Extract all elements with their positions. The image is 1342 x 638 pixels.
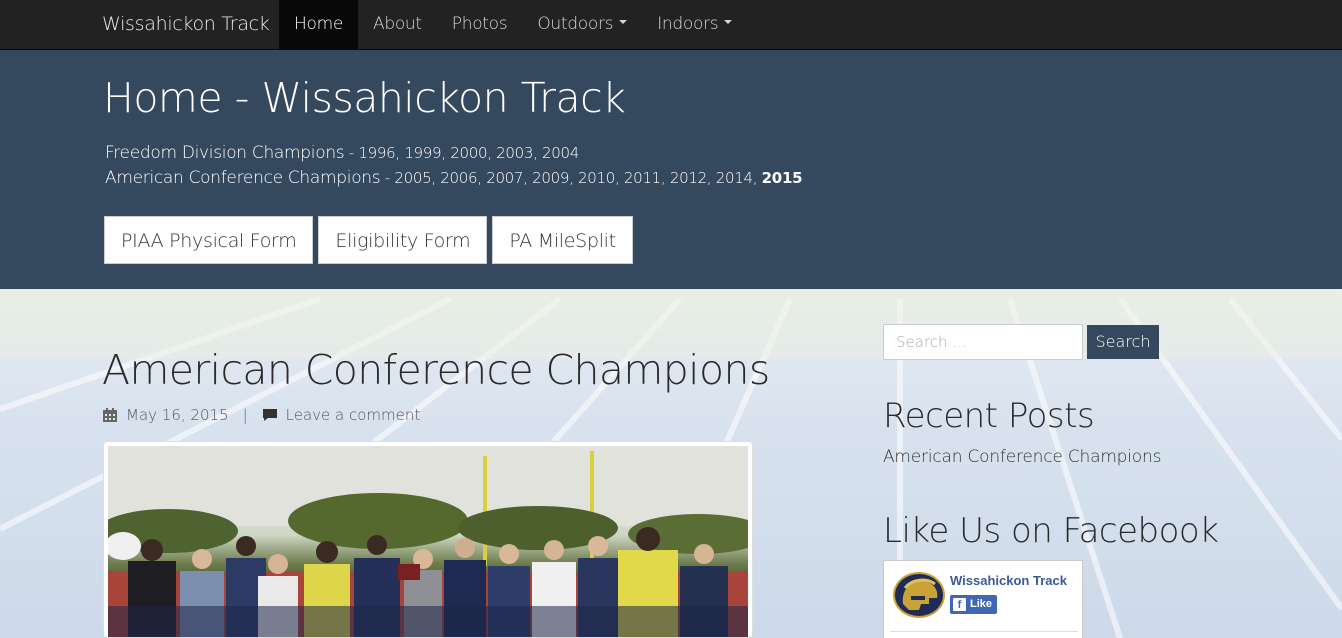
site-brand[interactable]: Wissahickon Track bbox=[102, 0, 270, 49]
american-years: - 2005, 2006, 2007, 2009, 2010, 2011, 20… bbox=[380, 169, 762, 187]
recent-post-link[interactable]: American Conference Champions bbox=[883, 447, 1161, 467]
top-navbar: Wissahickon Track Home About Photos Outd… bbox=[0, 0, 1342, 50]
post-date[interactable]: May 16, 2015 bbox=[126, 406, 229, 424]
nav-label: Outdoors bbox=[537, 14, 614, 34]
pa-milesplit-button[interactable]: PA MileSplit bbox=[492, 216, 633, 264]
facebook-page-name[interactable]: Wissahickon Track bbox=[950, 573, 1067, 588]
calendar-icon bbox=[103, 408, 117, 422]
facebook-like-label: Like bbox=[970, 598, 993, 610]
facebook-widget: Wissahickon Track f Like bbox=[883, 560, 1083, 638]
post-title[interactable]: American Conference Champions bbox=[102, 346, 770, 394]
piaa-physical-form-button[interactable]: PIAA Physical Form bbox=[104, 216, 314, 264]
post-featured-image[interactable] bbox=[103, 441, 753, 638]
spartan-helmet-icon bbox=[902, 578, 938, 610]
team-photo bbox=[108, 446, 748, 637]
team-photo-illustration bbox=[108, 446, 748, 637]
caret-down-icon bbox=[619, 20, 628, 24]
search-button[interactable]: Search bbox=[1087, 325, 1159, 359]
meta-separator: | bbox=[242, 406, 248, 424]
american-latest-year: 2015 bbox=[761, 169, 803, 187]
freedom-championships: Freedom Division Champions - 1996, 1999,… bbox=[105, 143, 579, 163]
caret-down-icon bbox=[724, 20, 733, 24]
nav-item-indoors[interactable]: Indoors bbox=[642, 0, 747, 49]
freedom-years: - 1996, 1999, 2000, 2003, 2004 bbox=[344, 144, 580, 162]
nav-label: Home bbox=[294, 14, 344, 34]
facebook-like-button[interactable]: f Like bbox=[950, 595, 998, 614]
freedom-label: Freedom Division Champions bbox=[105, 143, 345, 163]
leave-comment-link[interactable]: Leave a comment bbox=[286, 406, 421, 424]
american-label: American Conference Champions bbox=[105, 168, 381, 188]
nav-label: Photos bbox=[451, 14, 508, 34]
team-logo[interactable] bbox=[893, 572, 945, 618]
nav-label: About bbox=[373, 14, 422, 34]
page-title: Home - Wissahickon Track bbox=[103, 74, 626, 122]
comment-icon bbox=[262, 409, 277, 421]
american-championships: American Conference Champions - 2005, 20… bbox=[105, 168, 803, 188]
nav-item-photos[interactable]: Photos bbox=[437, 0, 523, 49]
nav-item-home[interactable]: Home bbox=[279, 0, 359, 49]
nav-label: Indoors bbox=[657, 14, 719, 34]
hero-buttons: PIAA Physical Form Eligibility Form PA M… bbox=[104, 216, 638, 264]
facebook-icon: f bbox=[953, 598, 966, 611]
nav-item-about[interactable]: About bbox=[358, 0, 437, 49]
facebook-divider bbox=[890, 631, 1078, 632]
nav-item-outdoors[interactable]: Outdoors bbox=[522, 0, 642, 49]
search-input[interactable]: Search … bbox=[883, 324, 1083, 360]
post-meta: May 16, 2015 | Leave a comment bbox=[103, 406, 420, 424]
eligibility-form-button[interactable]: Eligibility Form bbox=[318, 216, 488, 264]
hero-banner: Home - Wissahickon Track Freedom Divisio… bbox=[0, 50, 1342, 289]
facebook-heading: Like Us on Facebook bbox=[883, 511, 1219, 551]
main-nav: Home About Photos Outdoors Indoors bbox=[279, 0, 747, 49]
recent-posts-heading: Recent Posts bbox=[883, 396, 1095, 436]
